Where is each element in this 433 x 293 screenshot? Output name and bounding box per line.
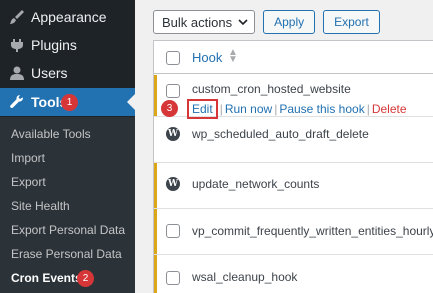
plugin-icon [9, 37, 25, 53]
submenu-cron-events[interactable]: Cron Events [11, 271, 82, 285]
apply-button[interactable]: Apply [263, 10, 316, 34]
hook-name[interactable]: custom_cron_hosted_website [192, 82, 351, 96]
edit-link[interactable]: Edit [187, 99, 218, 119]
menu-item-appearance[interactable]: Appearance [0, 3, 135, 31]
row-checkbox[interactable] [166, 271, 180, 285]
annotation-badge: 3 [161, 100, 178, 117]
select-all-checkbox[interactable] [166, 51, 180, 65]
menu-label: Users [31, 65, 68, 81]
bulk-toolbar: Bulk actions Apply Export [153, 10, 380, 34]
chevron-down-icon [238, 15, 248, 30]
wordpress-icon: W [166, 127, 180, 141]
wrench-icon [9, 94, 25, 110]
tools-submenu: Available Tools Import Export Site Healt… [0, 117, 135, 293]
row-actions: Edit | Run now | Pause this hook | Delet… [187, 99, 407, 119]
menu-label: Appearance [31, 9, 107, 25]
wordpress-icon: W [166, 177, 180, 191]
hook-name[interactable]: update_network_counts [192, 177, 319, 191]
export-button[interactable]: Export [323, 10, 380, 34]
admin-sidebar: Appearance Plugins Users Tools 1 Availab… [0, 0, 135, 293]
main-content: Bulk actions Apply Export Hook ▲ ▼ custom… [135, 0, 433, 293]
submenu-available-tools[interactable]: Available Tools [11, 127, 91, 141]
submenu-site-health[interactable]: Site Health [11, 199, 70, 213]
annotation-badge: 1 [61, 94, 78, 111]
bulk-actions-value: Bulk actions [162, 14, 233, 30]
sort-icon[interactable]: ▲ ▼ [228, 48, 238, 65]
run-now-link[interactable]: Run now [225, 102, 272, 116]
menu-item-users[interactable]: Users [0, 59, 135, 87]
pause-hook-link[interactable]: Pause this hook [279, 102, 364, 116]
submenu-export-personal-data[interactable]: Export Personal Data [11, 223, 125, 237]
brush-icon [9, 9, 25, 25]
table-row: W wp_scheduled_auto_draft_delete [154, 117, 433, 163]
cron-events-table: Hook ▲ ▼ custom_cron_hosted_website Edit … [153, 40, 433, 293]
table-header: Hook ▲ ▼ [154, 41, 433, 74]
hook-name[interactable]: vp_commit_frequently_written_entities_ho… [192, 224, 433, 238]
submenu-import[interactable]: Import [11, 151, 45, 165]
table-row: custom_cron_hosted_website Edit | Run no… [154, 75, 433, 119]
user-icon [9, 65, 25, 81]
delete-link[interactable]: Delete [372, 102, 407, 116]
submenu-erase-personal-data[interactable]: Erase Personal Data [11, 247, 122, 261]
row-checkbox[interactable] [166, 224, 180, 238]
table-row: W update_network_counts [154, 163, 433, 209]
column-header-hook[interactable]: Hook [192, 50, 222, 65]
row-checkbox[interactable] [166, 84, 180, 98]
submenu-export[interactable]: Export [11, 175, 46, 189]
table-row: wsal_cleanup_hook [154, 255, 433, 293]
bulk-actions-select[interactable]: Bulk actions [153, 10, 256, 34]
menu-item-plugins[interactable]: Plugins [0, 31, 135, 59]
table-row: vp_commit_frequently_written_entities_ho… [154, 209, 433, 255]
annotation-badge: 2 [77, 270, 94, 287]
menu-label: Plugins [31, 37, 77, 53]
hook-name[interactable]: wsal_cleanup_hook [192, 270, 297, 284]
hook-name[interactable]: wp_scheduled_auto_draft_delete [192, 127, 369, 141]
